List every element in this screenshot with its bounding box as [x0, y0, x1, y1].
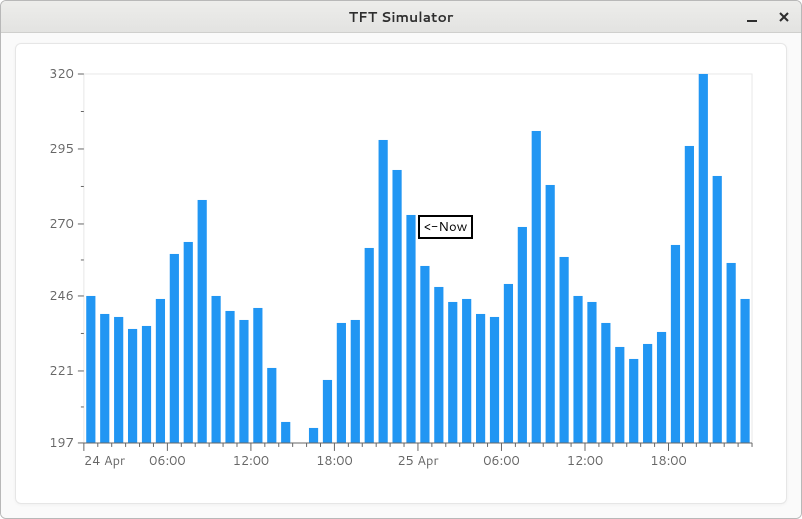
bar — [560, 257, 569, 443]
titlebar[interactable]: TFT Simulator — [1, 1, 801, 33]
bar — [434, 287, 443, 443]
bar — [184, 242, 193, 443]
bar — [86, 296, 95, 443]
svg-text:25 Apr: 25 Apr — [397, 452, 438, 470]
bar — [657, 332, 666, 443]
bar — [198, 200, 207, 443]
bar — [253, 308, 262, 443]
minimize-button[interactable] — [743, 8, 761, 26]
window-title: TFT Simulator — [1, 7, 801, 27]
bar — [309, 428, 318, 443]
bar — [615, 347, 624, 443]
svg-text:18:00: 18:00 — [650, 452, 687, 470]
bar — [713, 176, 722, 443]
minimize-icon — [745, 10, 759, 24]
bar — [727, 263, 736, 443]
bar — [643, 344, 652, 443]
bar — [239, 320, 248, 443]
bar — [518, 227, 527, 443]
bar — [100, 314, 109, 443]
bar — [365, 248, 374, 443]
svg-text:246: 246 — [49, 287, 74, 305]
bar — [448, 302, 457, 443]
bar — [587, 302, 596, 443]
svg-text:12:00: 12:00 — [567, 452, 604, 470]
bar — [225, 311, 234, 443]
bar — [476, 314, 485, 443]
bar — [532, 131, 541, 443]
bar — [212, 296, 221, 443]
bar — [420, 266, 429, 443]
bar — [156, 299, 165, 443]
svg-text:12:00: 12:00 — [233, 452, 270, 470]
svg-text:295: 295 — [49, 140, 74, 158]
svg-text:06:00: 06:00 — [483, 452, 520, 470]
svg-text:221: 221 — [49, 362, 74, 380]
svg-text:18:00: 18:00 — [316, 452, 353, 470]
bar — [281, 422, 290, 443]
bar — [573, 296, 582, 443]
app-window: TFT Simulator 197 221 246 270 295 320 24 Apr 06… — [0, 0, 802, 519]
bar — [337, 323, 346, 443]
bar — [671, 245, 680, 443]
bar — [699, 74, 708, 443]
close-button[interactable] — [775, 8, 793, 26]
bar — [128, 329, 137, 443]
svg-text:197: 197 — [49, 434, 74, 452]
bar — [351, 320, 360, 443]
bar — [546, 185, 555, 443]
bar — [504, 284, 513, 443]
bar — [462, 299, 471, 443]
bar — [170, 254, 179, 443]
window-controls — [743, 1, 793, 32]
chart-plot: 197 221 246 270 295 320 24 Apr 06:00 12:00 18:00 2… — [34, 64, 762, 483]
close-icon — [777, 10, 791, 24]
bar — [490, 317, 499, 443]
bar — [114, 317, 123, 443]
bar — [685, 146, 694, 443]
svg-text:06:00: 06:00 — [149, 452, 186, 470]
bar — [406, 215, 415, 443]
bar — [142, 326, 151, 443]
chart-card: 197 221 246 270 295 320 24 Apr 06:00 12:00 18:00 2… — [15, 43, 787, 504]
bar — [629, 359, 638, 443]
bar — [379, 140, 388, 443]
svg-text:24 Apr: 24 Apr — [84, 452, 125, 470]
bar — [601, 323, 610, 443]
bar — [392, 170, 401, 443]
content-area: 197 221 246 270 295 320 24 Apr 06:00 12:00 18:00 2… — [1, 33, 801, 518]
bar — [267, 368, 276, 443]
chart-svg: 197 221 246 270 295 320 24 Apr 06:00 12:00 18:00 2… — [34, 64, 762, 483]
svg-text:270: 270 — [49, 215, 74, 233]
bar — [323, 380, 332, 443]
svg-text:320: 320 — [49, 65, 74, 83]
bar — [740, 299, 749, 443]
